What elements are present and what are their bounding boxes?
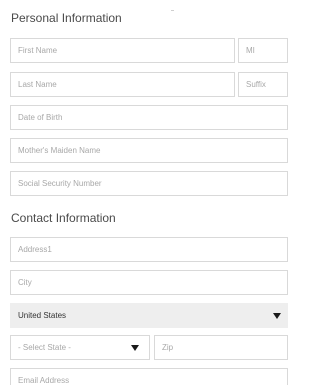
zip-placeholder: Zip [162,343,174,352]
mothers-maiden-name-placeholder: Mother's Maiden Name [18,146,101,155]
last-name-field[interactable]: Last Name [10,72,235,97]
middle-initial-placeholder: MI [246,46,255,55]
address1-field[interactable]: Address1 [10,237,288,262]
state-select-value: - Select State - [18,343,71,352]
suffix-placeholder: Suffix [246,80,266,89]
suffix-field[interactable]: Suffix [238,72,288,97]
first-name-placeholder: First Name [18,46,58,55]
mothers-maiden-name-field[interactable]: Mother's Maiden Name [10,138,288,163]
city-placeholder: City [18,278,32,287]
state-select[interactable]: - Select State - [10,335,150,360]
date-of-birth-placeholder: Date of Birth [18,113,63,122]
application-form: Personal Information First Name MI Last … [0,0,288,385]
ssn-placeholder: Social Security Number [18,179,102,188]
divider-mark [171,10,174,11]
email-address-field[interactable]: Email Address [10,368,288,385]
middle-initial-field[interactable]: MI [238,38,288,63]
last-name-placeholder: Last Name [18,80,57,89]
date-of-birth-field[interactable]: Date of Birth [10,105,288,130]
zip-field[interactable]: Zip [154,335,288,360]
personal-info-heading: Personal Information [11,11,122,25]
chevron-down-icon [273,313,281,319]
city-field[interactable]: City [10,270,288,295]
first-name-field[interactable]: First Name [10,38,235,63]
country-select-value: United States [18,311,67,320]
ssn-field[interactable]: Social Security Number [10,171,288,196]
email-address-placeholder: Email Address [18,376,70,385]
contact-info-heading: Contact Information [11,211,116,225]
chevron-down-icon [131,345,139,351]
country-select[interactable]: United States [10,303,288,328]
address1-placeholder: Address1 [18,245,52,254]
